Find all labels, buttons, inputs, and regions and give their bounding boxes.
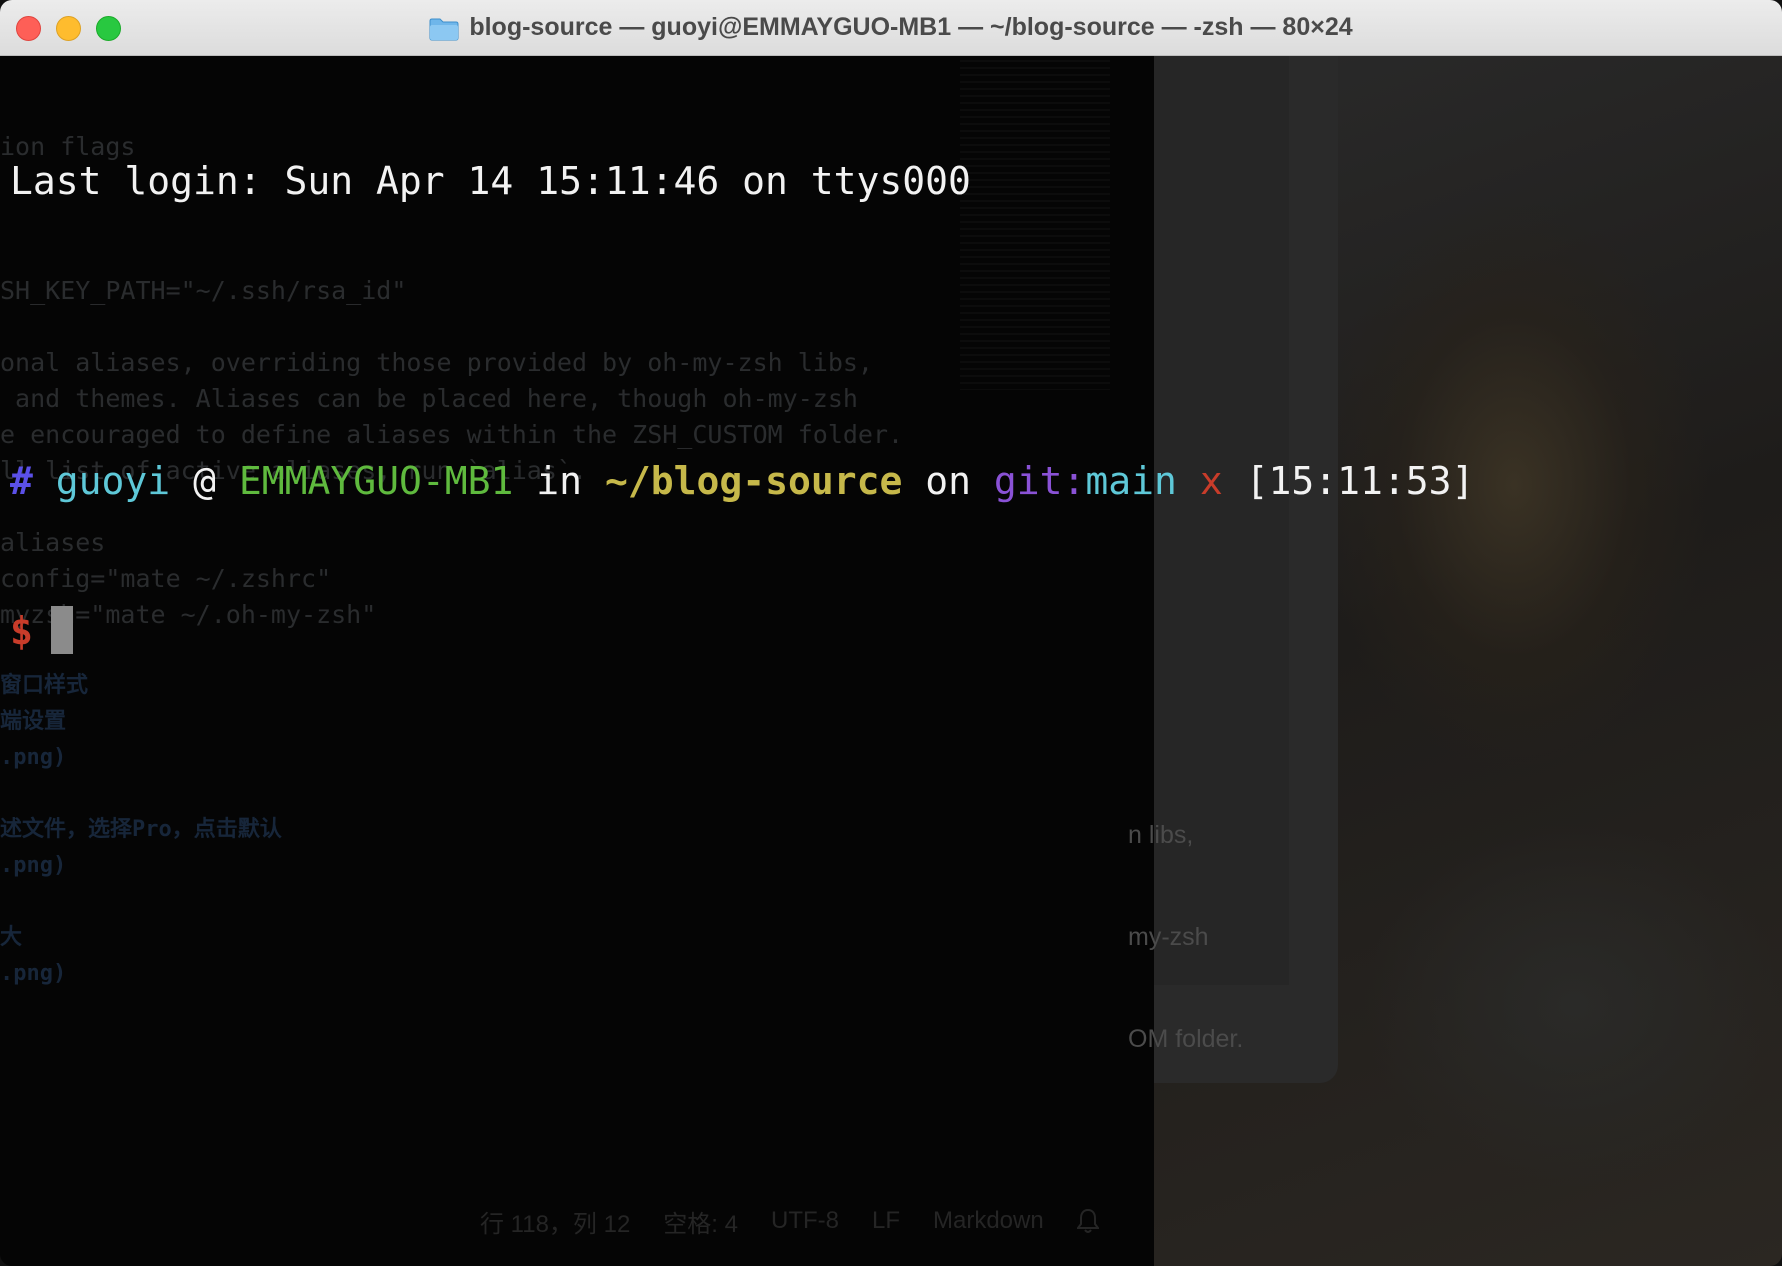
window-title: blog-source — guoyi@EMMAYGUO-MB1 — ~/blo… <box>429 13 1353 42</box>
prompt-hash: # <box>10 459 33 503</box>
close-button[interactable] <box>16 16 41 41</box>
editor-markdown-line: .png) <box>0 961 67 986</box>
status-language: Markdown <box>933 1207 1044 1234</box>
status-line-ending: LF <box>871 1207 900 1234</box>
prompt-branch: main <box>1085 459 1177 503</box>
prompt-dirty-flag: x <box>1199 459 1223 503</box>
background-editor-statusbar: 行 118，列 12 空格: 4 UTF-8 LF Markdown <box>480 1204 1100 1238</box>
editor-markdown-line: 大 <box>0 925 23 950</box>
terminal-cursor[interactable] <box>50 606 73 654</box>
prompt-time: [15:11:53] <box>1245 459 1475 503</box>
bell-icon <box>1075 1208 1100 1234</box>
prompt-host: EMMAYGUO-MB1 <box>238 459 514 503</box>
status-encoding: UTF-8 <box>770 1207 839 1234</box>
prompt-path: ~/blog-source <box>604 459 903 503</box>
terminal-window: ion flags SH_KEY_PATH="~/.ssh/rsa_id" on… <box>0 0 1782 1266</box>
status-cursor-position: 行 118，列 12 <box>480 1210 631 1238</box>
prompt-line: # guoyi @ EMMAYGUO-MB1 in ~/blog-source … <box>10 456 1782 506</box>
prompt-on: on <box>925 459 972 503</box>
right-text-line: my-zsh <box>1128 923 1209 951</box>
prompt-dollar: $ <box>10 609 33 653</box>
prompt-at: @ <box>193 459 216 503</box>
right-text-line: n libs, <box>1128 821 1194 849</box>
editor-markdown-line <box>0 776 282 812</box>
background-editor-right-text: n libs, my-zsh OM folder. <box>1128 750 1243 1124</box>
terminal-content[interactable]: Last login: Sun Apr 14 15:11:46 on ttys0… <box>10 56 1782 756</box>
editor-markdown-line: 述文件，选择Pro，点击默认 <box>0 817 282 842</box>
title-bar[interactable]: blog-source — guoyi@EMMAYGUO-MB1 — ~/blo… <box>0 0 1782 56</box>
right-text-line: OM folder. <box>1128 1025 1244 1053</box>
window-title-text: blog-source — guoyi@EMMAYGUO-MB1 — ~/blo… <box>469 13 1353 41</box>
maximize-button[interactable] <box>96 16 121 41</box>
prompt-user: guoyi <box>55 459 171 503</box>
minimize-button[interactable] <box>56 16 81 41</box>
last-login-line: Last login: Sun Apr 14 15:11:46 on ttys0… <box>10 159 971 203</box>
editor-markdown-line: .png) <box>0 853 67 878</box>
status-indentation: 空格: 4 <box>663 1210 738 1238</box>
input-line[interactable]: $ <box>10 606 1782 656</box>
prompt-in: in <box>536 459 583 503</box>
editor-markdown-line <box>0 884 282 920</box>
folder-icon <box>429 17 459 40</box>
prompt-git-label: git: <box>993 459 1086 503</box>
